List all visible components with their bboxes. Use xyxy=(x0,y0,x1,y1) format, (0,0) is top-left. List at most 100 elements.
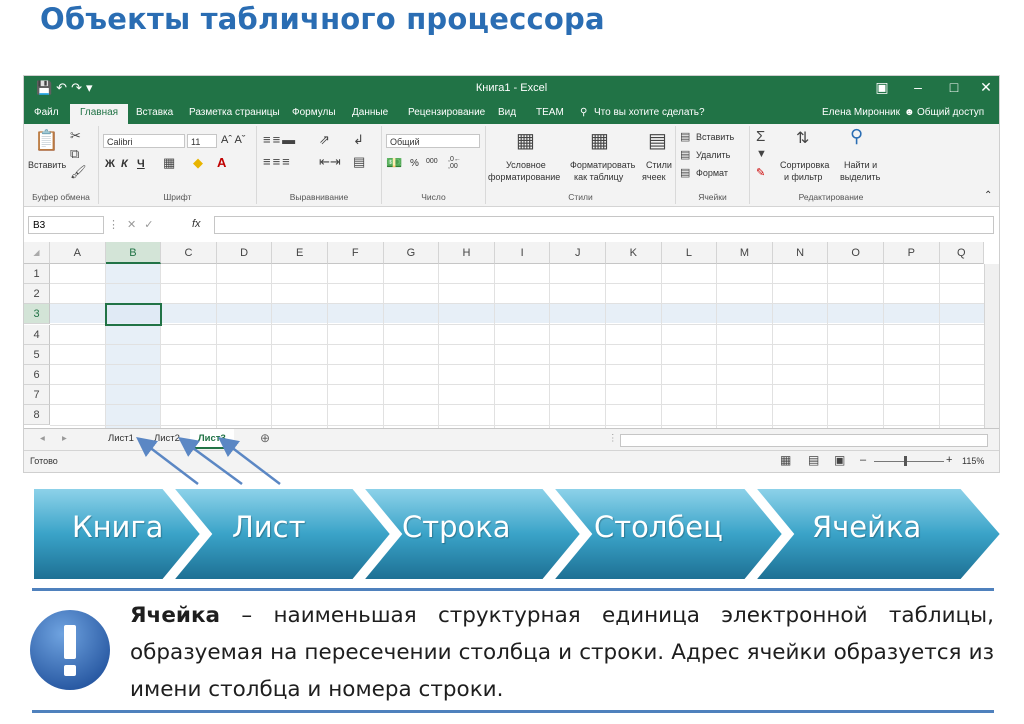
paste-icon[interactable]: 📋 xyxy=(34,128,59,153)
copy-icon[interactable]: ⧉ xyxy=(70,146,79,162)
sheet-nav-next-icon[interactable]: ▸ xyxy=(62,433,67,444)
column-header-l[interactable]: L xyxy=(661,242,718,264)
format-as-table-line2[interactable]: как таблицу xyxy=(574,172,623,182)
delete-cells-icon[interactable]: ▤ xyxy=(680,148,690,161)
row-header-7[interactable]: 7 xyxy=(24,385,50,406)
tab-file[interactable]: Файл xyxy=(34,107,59,118)
bold-button[interactable]: Ж xyxy=(105,158,115,170)
vertical-scrollbar[interactable] xyxy=(984,264,999,428)
row-header-2[interactable]: 2 xyxy=(24,284,50,305)
ribbon-display-icon[interactable]: ▣ xyxy=(864,79,900,96)
sheet-tab-1[interactable]: Лист1 xyxy=(108,433,134,444)
sheet-tab-2[interactable]: Лист2 xyxy=(154,433,180,444)
insert-function-button[interactable]: fx xyxy=(192,218,201,230)
font-color-icon[interactable]: A xyxy=(217,155,226,170)
row-header-8[interactable]: 8 xyxy=(24,405,50,426)
active-cell[interactable] xyxy=(104,303,163,326)
tab-insert[interactable]: Вставка xyxy=(136,107,173,118)
currency-icon[interactable]: 💵 xyxy=(386,155,402,171)
tab-page-layout[interactable]: Разметка страницы xyxy=(189,107,280,118)
column-header-k[interactable]: K xyxy=(606,242,662,264)
row-header-3[interactable]: 3 xyxy=(24,304,50,325)
row-header-5[interactable]: 5 xyxy=(24,344,50,365)
cut-icon[interactable]: ✂ xyxy=(70,128,81,144)
sort-filter-icon[interactable]: ⇅ xyxy=(796,128,809,148)
zoom-slider-thumb[interactable] xyxy=(904,456,907,466)
column-header-n[interactable]: N xyxy=(772,242,829,264)
share-button[interactable]: Общий доступ xyxy=(917,107,984,118)
number-format-select[interactable]: Общий xyxy=(386,134,480,148)
borders-icon[interactable]: ▦ xyxy=(163,155,175,171)
close-icon[interactable]: ✕ xyxy=(968,79,999,96)
sort-filter-line1[interactable]: Сортировка xyxy=(780,160,829,170)
sheet-nav-prev-icon[interactable]: ◂ xyxy=(40,433,45,444)
cell-styles-line2[interactable]: ячеек xyxy=(642,172,666,182)
column-header-m[interactable]: M xyxy=(717,242,773,264)
column-header-d[interactable]: D xyxy=(216,242,273,264)
row-header-4[interactable]: 4 xyxy=(24,324,50,345)
column-header-h[interactable]: H xyxy=(439,242,495,264)
find-select-icon[interactable]: ⚲ xyxy=(850,126,863,147)
format-painter-icon[interactable]: 🖌 xyxy=(70,164,87,180)
insert-cells-icon[interactable]: ▤ xyxy=(680,130,690,143)
normal-view-icon[interactable]: ▦ xyxy=(780,453,791,467)
italic-button[interactable]: К xyxy=(121,158,128,170)
row-header-6[interactable]: 6 xyxy=(24,365,50,385)
tab-formulas[interactable]: Формулы xyxy=(292,107,336,118)
column-header-f[interactable]: F xyxy=(328,242,384,264)
user-name[interactable]: Елена Миронник xyxy=(822,107,900,118)
column-header-a[interactable]: A xyxy=(50,242,106,264)
orientation-icon[interactable]: ⇗ xyxy=(319,132,330,148)
column-header-j[interactable]: J xyxy=(550,242,606,264)
vertical-align-icon[interactable]: ≡≡▬ xyxy=(263,132,297,147)
autosum-icon[interactable]: Σ xyxy=(756,128,765,145)
sort-filter-line2[interactable]: и фильтр xyxy=(784,172,822,182)
font-grow-icon[interactable]: Aˆ Aˇ xyxy=(221,134,245,146)
split-handle-icon[interactable]: ⋮ xyxy=(608,433,618,444)
horizontal-scrollbar[interactable] xyxy=(620,434,988,447)
column-header-g[interactable]: G xyxy=(383,242,440,264)
tab-data[interactable]: Данные xyxy=(352,107,388,118)
column-header-o[interactable]: O xyxy=(828,242,884,264)
zoom-slider[interactable] xyxy=(874,461,944,462)
zoom-out-button[interactable]: – xyxy=(860,454,866,466)
add-sheet-icon[interactable]: ⊕ xyxy=(260,431,270,445)
find-select-line2[interactable]: выделить xyxy=(840,172,880,182)
indent-icon[interactable]: ⇤⇥ xyxy=(319,154,341,170)
formula-input[interactable] xyxy=(214,216,994,234)
tab-review[interactable]: Рецензирование xyxy=(408,107,485,118)
clear-icon[interactable]: ✎ xyxy=(756,166,765,179)
select-all-corner[interactable]: ◢ xyxy=(24,242,50,264)
insert-cells-button[interactable]: Вставить xyxy=(696,132,734,142)
column-header-p[interactable]: P xyxy=(884,242,940,264)
format-as-table-line1[interactable]: Форматировать xyxy=(570,160,635,170)
column-header-c[interactable]: C xyxy=(161,242,217,264)
fill-color-icon[interactable]: ◆ xyxy=(193,155,203,171)
column-header-e[interactable]: E xyxy=(272,242,328,264)
column-header-i[interactable]: I xyxy=(494,242,551,264)
zoom-in-button[interactable]: + xyxy=(946,454,952,466)
tab-view[interactable]: Вид xyxy=(498,107,516,118)
wrap-text-icon[interactable]: ↲ xyxy=(353,132,364,148)
conditional-formatting-icon[interactable]: ▦ xyxy=(516,128,535,153)
tell-me-box[interactable]: Что вы хотите сделать? xyxy=(594,107,705,118)
minimize-icon[interactable]: – xyxy=(900,79,936,95)
column-header-b[interactable]: B xyxy=(105,242,162,264)
column-header-q[interactable]: Q xyxy=(939,242,984,264)
fill-icon[interactable]: ▼ xyxy=(756,148,767,160)
name-box[interactable]: B3 xyxy=(28,216,104,234)
delete-cells-button[interactable]: Удалить xyxy=(696,150,730,160)
conditional-formatting-line1[interactable]: Условное xyxy=(506,160,546,170)
worksheet-grid[interactable]: ◢ A B C D E F G H I J K L M N O P Q 1 2 3 4 5 6 7 8 xyxy=(24,242,999,428)
underline-button[interactable]: Ч xyxy=(137,158,145,170)
format-as-table-icon[interactable]: ▦ xyxy=(590,128,609,153)
font-name-select[interactable]: Calibri xyxy=(103,134,185,148)
thousands-button[interactable]: 000 xyxy=(426,158,438,165)
page-break-view-icon[interactable]: ▣ xyxy=(834,453,845,467)
maximize-icon[interactable]: □ xyxy=(936,79,972,95)
decimal-icon[interactable]: ,0← ,00 xyxy=(448,156,461,170)
formula-buttons[interactable]: ⋮✕✓ xyxy=(108,218,161,231)
format-cells-icon[interactable]: ▤ xyxy=(680,166,690,179)
sheet-tab-3[interactable]: Лист3 xyxy=(190,429,234,449)
format-cells-button[interactable]: Формат xyxy=(696,168,728,178)
